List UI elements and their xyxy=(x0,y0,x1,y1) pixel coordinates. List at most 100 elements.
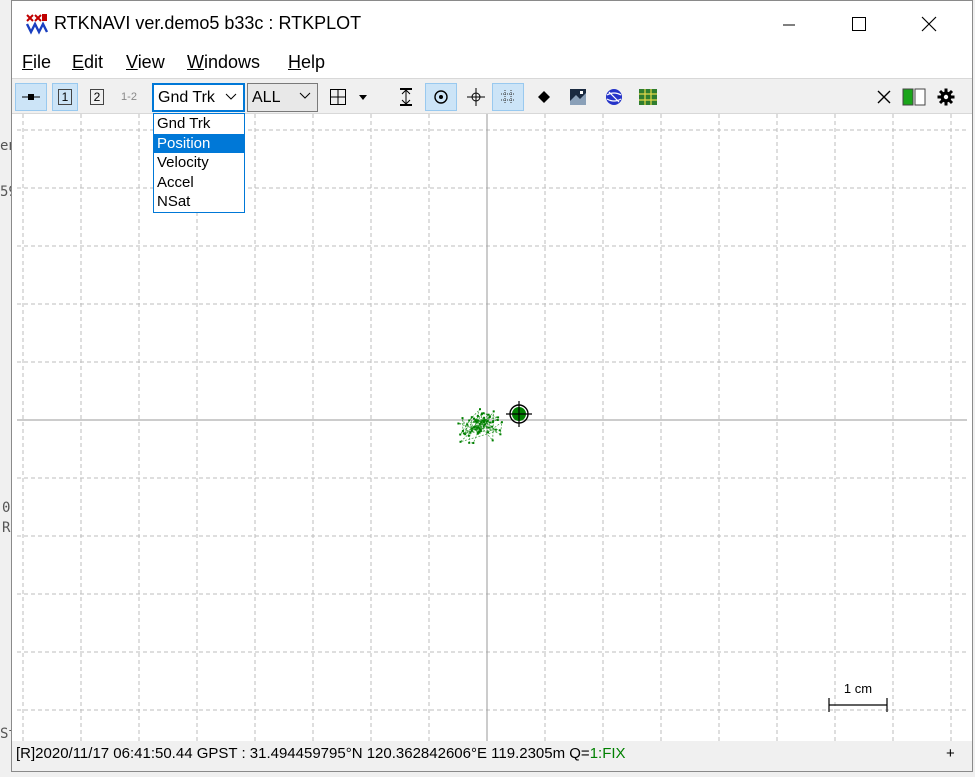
track-point xyxy=(472,442,475,444)
show-image-button[interactable] xyxy=(566,83,590,111)
rover-1-2-button[interactable]: 1-2 xyxy=(116,83,142,111)
chevron-down-icon xyxy=(299,92,311,99)
track-point xyxy=(482,421,485,424)
track-point xyxy=(491,439,494,442)
cursor-mode-dropdown[interactable] xyxy=(355,83,371,111)
position-status-text: [R]2020/11/17 06:41:50.44 GPST : 31.4944… xyxy=(16,745,626,762)
status-bar: [R]2020/11/17 06:41:50.44 GPST : 31.4944… xyxy=(12,741,972,771)
gear-icon xyxy=(937,88,955,106)
track-point xyxy=(473,426,476,429)
dropdown-option-gnd-trk[interactable]: Gnd Trk xyxy=(154,114,244,134)
track-point xyxy=(470,416,473,419)
dropdown-option-position[interactable]: Position xyxy=(154,133,244,153)
track-point xyxy=(499,433,502,436)
minimize-icon xyxy=(783,24,795,26)
connection-status-indicator xyxy=(900,83,928,111)
track-point xyxy=(486,420,489,422)
rtklib-app-icon xyxy=(25,12,49,36)
dropdown-option-nsat[interactable]: NSat xyxy=(154,192,244,212)
track-point xyxy=(489,421,491,424)
solution-quality: 1:FIX xyxy=(589,745,626,762)
track-point xyxy=(487,426,490,429)
track-point xyxy=(474,428,477,431)
connect-icon xyxy=(22,94,40,100)
close-icon xyxy=(877,90,891,104)
track-point xyxy=(461,429,464,432)
menu-view[interactable]: View xyxy=(126,52,165,73)
connect-button[interactable] xyxy=(15,83,47,111)
track-point xyxy=(474,420,477,423)
fit-range-button[interactable] xyxy=(464,83,488,111)
track-point xyxy=(466,423,469,426)
plot-type-dropdown-list: Gnd Trk Position Velocity Accel NSat xyxy=(153,113,245,213)
fit-vertical-icon xyxy=(400,88,412,106)
connection-status-icon xyxy=(902,88,926,106)
track-point xyxy=(464,433,467,436)
caret-down-icon xyxy=(359,95,367,100)
rover-1-button[interactable]: 1 xyxy=(52,83,78,111)
track-point xyxy=(491,425,494,428)
rtkplot-window: RTKNAVI ver.demo5 b33c : RTKPLOT File Ed… xyxy=(11,0,973,772)
show-grid-button[interactable] xyxy=(492,83,524,111)
track-point xyxy=(480,413,483,416)
track-point xyxy=(482,425,485,428)
diamond-point-icon xyxy=(538,91,550,103)
crosshair-circle-icon xyxy=(467,88,485,106)
grid-icon xyxy=(501,90,515,104)
map-view-icon xyxy=(639,89,657,105)
track-point xyxy=(457,422,460,425)
menu-edit[interactable]: Edit xyxy=(72,52,103,73)
settings-button[interactable] xyxy=(934,83,958,111)
title-bar[interactable]: RTKNAVI ver.demo5 b33c : RTKPLOT xyxy=(12,1,972,47)
fit-vertical-button[interactable] xyxy=(394,83,418,111)
track-point xyxy=(461,417,464,420)
track-point xyxy=(476,414,479,417)
show-map-button[interactable] xyxy=(602,83,626,111)
menu-windows[interactable]: Windows xyxy=(187,52,260,73)
maximize-button[interactable] xyxy=(824,1,894,47)
show-points-button[interactable] xyxy=(532,83,556,111)
track-point xyxy=(484,423,486,426)
show-google-earth-button[interactable] xyxy=(636,83,660,111)
menu-file[interactable]: File xyxy=(22,52,51,73)
track-point xyxy=(480,421,483,424)
rover-2-button[interactable]: 2 xyxy=(84,83,110,111)
dropdown-option-accel[interactable]: Accel xyxy=(154,173,244,193)
menu-help[interactable]: Help xyxy=(288,52,325,73)
scale-bar-label: 1 cm xyxy=(844,681,872,696)
track-point xyxy=(491,421,494,424)
track-point xyxy=(487,413,490,416)
clear-plot-button[interactable] xyxy=(874,83,894,111)
plot-type-select[interactable]: Gnd Trk xyxy=(152,83,245,112)
track-point xyxy=(481,419,484,422)
track-point xyxy=(476,432,479,435)
track-point xyxy=(498,429,501,432)
track-point xyxy=(468,419,471,422)
globe-icon xyxy=(606,89,622,105)
track-point xyxy=(494,428,497,431)
satellite-filter-select[interactable]: ALL xyxy=(247,83,318,112)
track-point xyxy=(492,410,495,413)
track-point xyxy=(497,416,500,419)
window-title: RTKNAVI ver.demo5 b33c : RTKPLOT xyxy=(54,13,362,33)
close-button[interactable] xyxy=(894,1,964,47)
track-point xyxy=(477,426,480,429)
center-origin-button[interactable] xyxy=(425,83,457,111)
track-point xyxy=(471,427,473,430)
track-point xyxy=(496,419,499,421)
dropdown-option-velocity[interactable]: Velocity xyxy=(154,153,244,173)
cursor-mode-button[interactable] xyxy=(326,83,350,111)
menu-bar: File Edit View Windows Help xyxy=(12,47,972,77)
status-corner-mark: + xyxy=(946,745,955,762)
track-point xyxy=(487,431,489,434)
image-icon xyxy=(570,89,586,105)
track-point xyxy=(459,440,462,443)
track-point xyxy=(488,416,491,419)
chevron-down-icon xyxy=(225,93,237,100)
track-point xyxy=(483,416,486,419)
background-text-fragment: R xyxy=(2,520,11,536)
close-icon xyxy=(921,16,937,32)
minimize-button[interactable] xyxy=(754,1,824,47)
track-point xyxy=(500,421,503,424)
track-point xyxy=(479,408,481,411)
